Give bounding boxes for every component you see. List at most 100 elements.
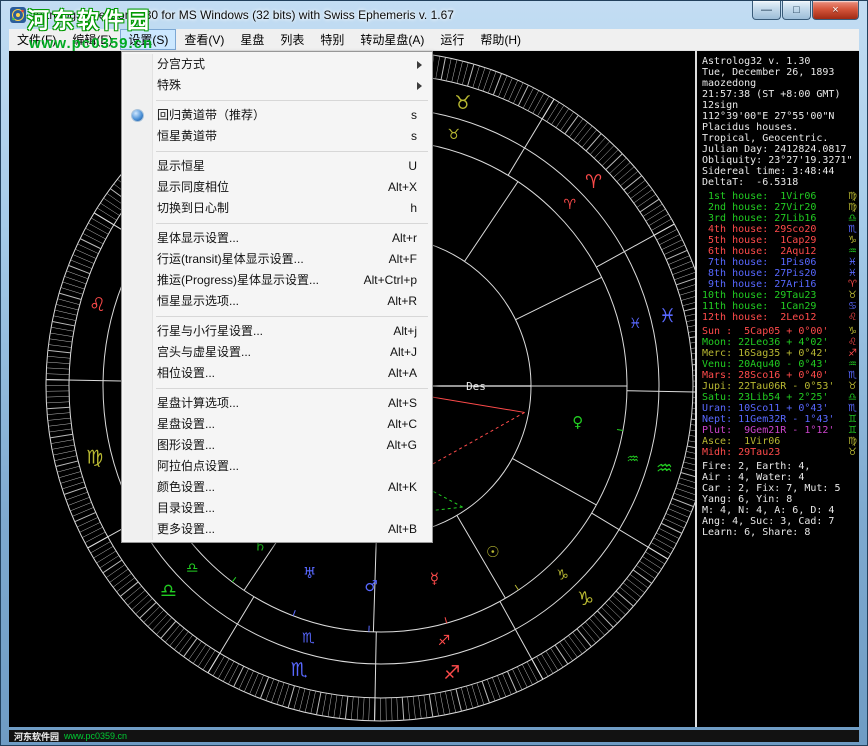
menubar-item-6[interactable]: 列表 <box>272 29 312 50</box>
menu-item[interactable]: 目录设置... <box>124 498 430 519</box>
sign-glyph: ♑ <box>844 235 857 246</box>
stat-line: M: 4, N: 4, A: 6, D: 4 <box>702 505 857 516</box>
menu-item[interactable]: 星体显示设置... Alt+r <box>124 228 430 249</box>
menu-item-shortcut: Alt+F <box>389 249 417 270</box>
planet-row-text: Plut: 9Gem21R - 1°12' <box>702 425 844 436</box>
menubar-item-8[interactable]: 转动星盘(A) <box>352 29 432 50</box>
info-header-line: Tropical, Geocentric. <box>702 133 857 144</box>
titlebar[interactable]: Astrolog32 version 1.30 for MS Windows (… <box>1 1 867 29</box>
info-header-line: 112°39'00"E 27°55'00"N <box>702 111 857 122</box>
menubar-item-10[interactable]: 帮助(H) <box>472 29 529 50</box>
house-row: 2nd house: 27Vir20♍ <box>702 202 857 213</box>
house-row: 7th house: 1Pis06♓ <box>702 257 857 268</box>
house-row-text: 4th house: 29Sco20 <box>702 224 844 235</box>
house-row-text: 2nd house: 27Vir20 <box>702 202 844 213</box>
maximize-icon: □ <box>793 5 800 16</box>
menu-item[interactable]: 星盘设置...Alt+C <box>124 414 430 435</box>
menu-item[interactable]: 分宫方式 <box>124 54 430 75</box>
planet-row: Mars: 28Sco16 + 0°40'♏ <box>702 370 857 381</box>
menu-item-shortcut: Alt+S <box>388 393 417 414</box>
sign-glyph: ♐ <box>844 348 857 359</box>
menu-item-shortcut: Alt+X <box>388 177 417 198</box>
menu-item-label: 推运(Progress)星体显示设置... <box>157 273 319 287</box>
menubar-item-3[interactable]: 设置(S) <box>120 29 176 50</box>
window-title: Astrolog32 version 1.30 for MS Windows (… <box>32 8 454 22</box>
menu-item-label: 图形设置... <box>157 438 215 452</box>
menu-item-shortcut: Alt+Ctrl+p <box>364 270 417 291</box>
info-panel: Astrolog32 v. 1.30Tue, December 26, 1893… <box>695 51 859 727</box>
zodiac-sign-glyph: ♍ <box>86 447 103 469</box>
menubar-item-9[interactable]: 运行 <box>432 29 472 50</box>
watermark-bottom-url: www.pc0359.cn <box>64 731 127 741</box>
menu-item-label: 显示恒星 <box>157 159 205 173</box>
radio-selected-icon <box>132 110 143 121</box>
planet-glyph-uranus: ♅ <box>303 564 316 582</box>
menu-item[interactable]: 恒星显示选项...Alt+R <box>124 291 430 312</box>
sign-glyph: ♊ <box>844 425 857 436</box>
menu-item[interactable]: 推运(Progress)星体显示设置... Alt+Ctrl+p <box>124 270 430 291</box>
planet-row: Plut: 9Gem21R - 1°12'♊ <box>702 425 857 436</box>
zodiac-sign-glyph: ♌ <box>89 294 106 316</box>
stat-line: Car : 2, Fix: 7, Mut: 5 <box>702 483 857 494</box>
menu-item-label: 切换到日心制 <box>157 201 229 215</box>
watermark-bottom-text: 河东软件园 <box>14 730 59 743</box>
menubar-item-4[interactable]: 查看(V) <box>176 29 232 50</box>
menu-item-shortcut: Alt+B <box>388 519 417 540</box>
menu-item-shortcut: Alt+r <box>392 228 417 249</box>
menu-item[interactable]: 阿拉伯点设置... <box>124 456 430 477</box>
menu-item[interactable]: 回归黄道带（推荐）s <box>124 105 430 126</box>
sign-glyph: ♈ <box>844 279 857 290</box>
sign-glyph: ♎ <box>844 213 857 224</box>
planet-row: Jupi: 22Tau06R - 0°53'♉ <box>702 381 857 392</box>
menu-item-label: 星盘设置... <box>157 417 215 431</box>
menu-item-label: 目录设置... <box>157 501 215 515</box>
house-row: 3rd house: 27Lib16♎ <box>702 213 857 224</box>
menu-item[interactable]: 显示恒星 U <box>124 156 430 177</box>
sign-glyph: ♎ <box>844 392 857 403</box>
menubar-item-5[interactable]: 星盘 <box>232 29 272 50</box>
menu-item[interactable]: 行运(transit)星体显示设置...Alt+F <box>124 249 430 270</box>
menu-item[interactable]: 特殊 <box>124 75 430 96</box>
zodiac-sign-glyph: ♓ <box>629 316 642 332</box>
house-row: 12th house: 2Leo12♌ <box>702 312 857 323</box>
menu-item[interactable]: 宫头与虚星设置...Alt+J <box>124 342 430 363</box>
sign-glyph: ♑ <box>844 326 857 337</box>
info-header-line: Astrolog32 v. 1.30 <box>702 56 857 67</box>
menubar-item-2[interactable]: 编辑(E) <box>64 29 120 50</box>
house-row: 6th house: 2Aqu12♒ <box>702 246 857 257</box>
menubar: 文件(F)编辑(E)设置(S)查看(V)星盘列表特别转动星盘(A)运行帮助(H) <box>9 29 859 51</box>
menu-item[interactable]: 图形设置...Alt+G <box>124 435 430 456</box>
menu-item[interactable]: 显示同度相位Alt+X <box>124 177 430 198</box>
minimize-button[interactable]: — <box>752 1 781 20</box>
menu-item-label: 星体显示设置... <box>157 231 239 245</box>
menu-item-shortcut: U <box>408 156 417 177</box>
submenu-arrow-icon <box>417 61 422 69</box>
close-button[interactable]: × <box>812 1 859 20</box>
app-window: Astrolog32 version 1.30 for MS Windows (… <box>0 0 868 746</box>
menu-item[interactable]: 相位设置...Alt+A <box>124 363 430 384</box>
menu-item-label: 相位设置... <box>157 366 215 380</box>
stat-line: Learn: 6, Share: 8 <box>702 527 857 538</box>
planet-row-text: Sun : 5Cap05 + 0°00' <box>702 326 844 337</box>
planet-row: Midh: 29Tau23♉ <box>702 447 857 458</box>
menu-item-label: 回归黄道带（推荐） <box>157 108 265 122</box>
menu-item[interactable]: 星盘计算选项...Alt+S <box>124 393 430 414</box>
menubar-item-7[interactable]: 特别 <box>312 29 352 50</box>
planet-row-text: Merc: 16Sag35 + 0°42' <box>702 348 844 359</box>
house-row-text: 8th house: 27Pis20 <box>702 268 844 279</box>
menu-item[interactable]: 行星与小行星设置...Alt+j <box>124 321 430 342</box>
planet-row: Moon: 22Leo36 + 4°02'♌ <box>702 337 857 348</box>
house-row: 1st house: 1Vir06♍ <box>702 191 857 202</box>
settings-menu: 分宫方式特殊回归黄道带（推荐）s恒星黄道带s显示恒星U显示同度相位Alt+X切换… <box>121 51 433 543</box>
maximize-button[interactable]: □ <box>782 1 811 20</box>
planet-row-text: Midh: 29Tau23 <box>702 447 844 458</box>
menu-item[interactable]: 颜色设置...Alt+K <box>124 477 430 498</box>
sign-glyph: ♉ <box>844 381 857 392</box>
menubar-item-1[interactable]: 文件(F) <box>9 29 64 50</box>
menu-item[interactable]: 切换到日心制h <box>124 198 430 219</box>
menu-item[interactable]: 更多设置...Alt+B <box>124 519 430 540</box>
descendant-label: Des <box>466 380 486 393</box>
menu-item-label: 宫头与虚星设置... <box>157 345 251 359</box>
menu-item[interactable]: 恒星黄道带s <box>124 126 430 147</box>
zodiac-sign-glyph: ♈ <box>585 171 602 193</box>
